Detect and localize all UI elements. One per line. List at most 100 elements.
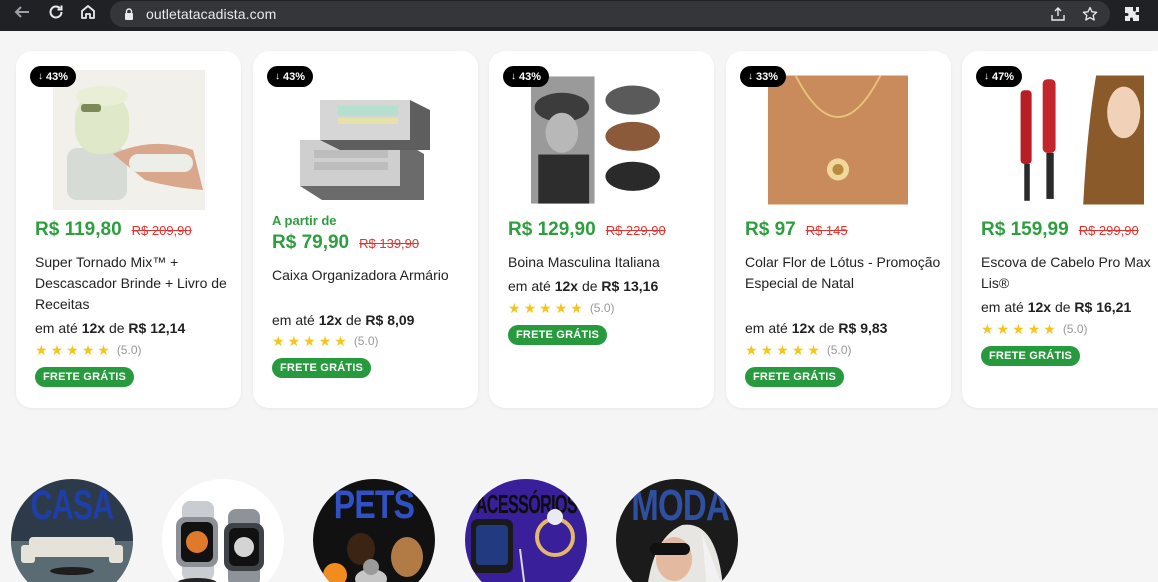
product-card[interactable]: ↓ 47% R$ 159,99 R$ 299,90 Escova de Cabel… (962, 51, 1158, 408)
inst-prefix: em até (35, 320, 78, 336)
star-icon: ★ (272, 333, 285, 349)
free-shipping-badge: FRETE GRÁTIS (272, 358, 372, 378)
from-label: A partir de (272, 213, 337, 228)
category-image (471, 509, 575, 582)
current-price: R$ 159,99 (981, 219, 1069, 240)
star-icon: ★ (554, 300, 568, 316)
installments: em até 12x de R$ 13,16 (508, 278, 658, 294)
extensions-icon[interactable] (1122, 4, 1142, 24)
product-card[interactable]: ↓ 33% R$ 97 R$ 145 Colar Flor de Lótus - … (726, 51, 951, 408)
down-arrow-icon: ↓ (748, 71, 753, 82)
address-bar[interactable]: outletatacadista.com (110, 1, 1110, 27)
discount-badge: ↓ 33% (740, 66, 787, 87)
browser-toolbar: outletatacadista.com (0, 0, 1158, 31)
star-icon: ★ (81, 342, 95, 358)
star-icon: ★ (791, 342, 805, 358)
rating-stars: ★ ★ ★ ★ ★ (5.0) (508, 301, 615, 315)
star-icon: ★ (776, 342, 789, 358)
current-price: R$ 97 (745, 219, 796, 240)
down-arrow-icon: ↓ (38, 71, 43, 82)
star-icon: ★ (760, 342, 774, 358)
inst-times: 12x (1027, 299, 1052, 315)
inst-times: 12x (791, 320, 816, 336)
inst-times: 12x (318, 312, 343, 328)
back-arrow-icon (14, 6, 29, 18)
home-button[interactable] (74, 0, 102, 24)
price-row: R$ 129,90 R$ 229,90 (508, 219, 666, 241)
category-casa[interactable]: CASA (11, 479, 133, 582)
inst-value: R$ 8,09 (365, 312, 415, 328)
star-icon: ★ (996, 321, 1010, 337)
rating-stars: ★ ★ ★ ★ ★ (5.0) (745, 343, 852, 357)
discount-value: 33% (756, 70, 779, 83)
product-title[interactable]: Colar Flor de Lótus - Promoção Especial … (745, 252, 945, 294)
category-pets[interactable]: PETS (313, 479, 435, 582)
star-icon: ★ (66, 342, 79, 358)
inst-times: 12x (81, 320, 106, 336)
product-card[interactable]: ↓ 43% R$ 129,90 R$ 229,90 Boina Masculina… (489, 51, 714, 408)
category-acessorios[interactable]: ACESSÓRIOS (465, 479, 587, 582)
product-image[interactable] (53, 70, 205, 210)
share-icon[interactable] (1050, 6, 1066, 22)
category-moda[interactable]: MODA (616, 479, 738, 582)
star-icon: ★ (318, 333, 332, 349)
price-row: R$ 119,80 R$ 209,90 (35, 219, 192, 241)
star-icon: ★ (97, 342, 110, 358)
star-icon: ★ (570, 300, 583, 316)
home-icon (81, 5, 95, 19)
star-icon: ★ (1012, 321, 1025, 337)
down-arrow-icon: ↓ (984, 71, 989, 82)
inst-de: de (1054, 299, 1071, 315)
rating-value: (5.0) (589, 301, 615, 315)
category-smartwatch[interactable] (162, 479, 284, 582)
star-icon: ★ (807, 342, 820, 358)
product-title[interactable]: Boina Masculina Italiana (508, 252, 708, 273)
inst-prefix: em até (745, 320, 788, 336)
free-shipping-badge: FRETE GRÁTIS (508, 325, 608, 345)
inst-times: 12x (554, 278, 579, 294)
product-title[interactable]: Caixa Organizadora Armário (272, 265, 472, 286)
rating-value: (5.0) (1062, 322, 1088, 336)
star-icon: ★ (539, 300, 552, 316)
product-image[interactable] (290, 70, 442, 210)
product-title[interactable]: Super Tornado Mix™ + Descascador Brinde … (35, 252, 235, 315)
inst-de: de (108, 320, 125, 336)
discount-badge: ↓ 43% (30, 66, 77, 87)
installments: em até 12x de R$ 16,21 (981, 299, 1131, 315)
product-card[interactable]: ↓ 43% A partir de R$ 79,90 R$ 139,90 Caix… (253, 51, 478, 408)
category-image (11, 537, 133, 582)
reload-button[interactable] (42, 0, 70, 24)
star-icon: ★ (1043, 321, 1056, 337)
rating-value: (5.0) (116, 343, 142, 357)
star-icon: ★ (523, 300, 537, 316)
reload-icon (49, 5, 63, 19)
discount-badge: ↓ 43% (503, 66, 550, 87)
down-arrow-icon: ↓ (511, 71, 516, 82)
installments: em até 12x de R$ 8,09 (272, 312, 414, 328)
installments: em até 12x de R$ 9,83 (745, 320, 887, 336)
product-card[interactable]: ↓ 43% R$ 119,80 R$ 209,90 Super Tornado M… (16, 51, 241, 408)
product-image[interactable] (531, 70, 669, 210)
product-title[interactable]: Escova de Cabelo Pro Max Lis® (981, 252, 1158, 294)
product-image[interactable] (1004, 70, 1144, 210)
free-shipping-badge: FRETE GRÁTIS (745, 367, 845, 387)
star-icon: ★ (287, 333, 301, 349)
inst-prefix: em até (508, 278, 551, 294)
category-image (176, 501, 264, 582)
star-icon: ★ (50, 342, 64, 358)
discount-value: 43% (46, 70, 69, 83)
old-price: R$ 139,90 (359, 236, 420, 251)
discount-value: 43% (519, 70, 542, 83)
inst-de: de (818, 320, 835, 336)
star-icon[interactable] (1082, 6, 1098, 22)
star-icon: ★ (334, 333, 347, 349)
inst-de: de (345, 312, 362, 328)
installments: em até 12x de R$ 12,14 (35, 320, 185, 336)
discount-value: 47% (992, 70, 1015, 83)
rating-value: (5.0) (353, 334, 379, 348)
discount-value: 43% (283, 70, 306, 83)
back-button[interactable] (8, 0, 36, 24)
product-image[interactable] (768, 70, 908, 210)
star-icon: ★ (35, 342, 48, 358)
price-row: R$ 159,99 R$ 299,90 (981, 219, 1139, 241)
